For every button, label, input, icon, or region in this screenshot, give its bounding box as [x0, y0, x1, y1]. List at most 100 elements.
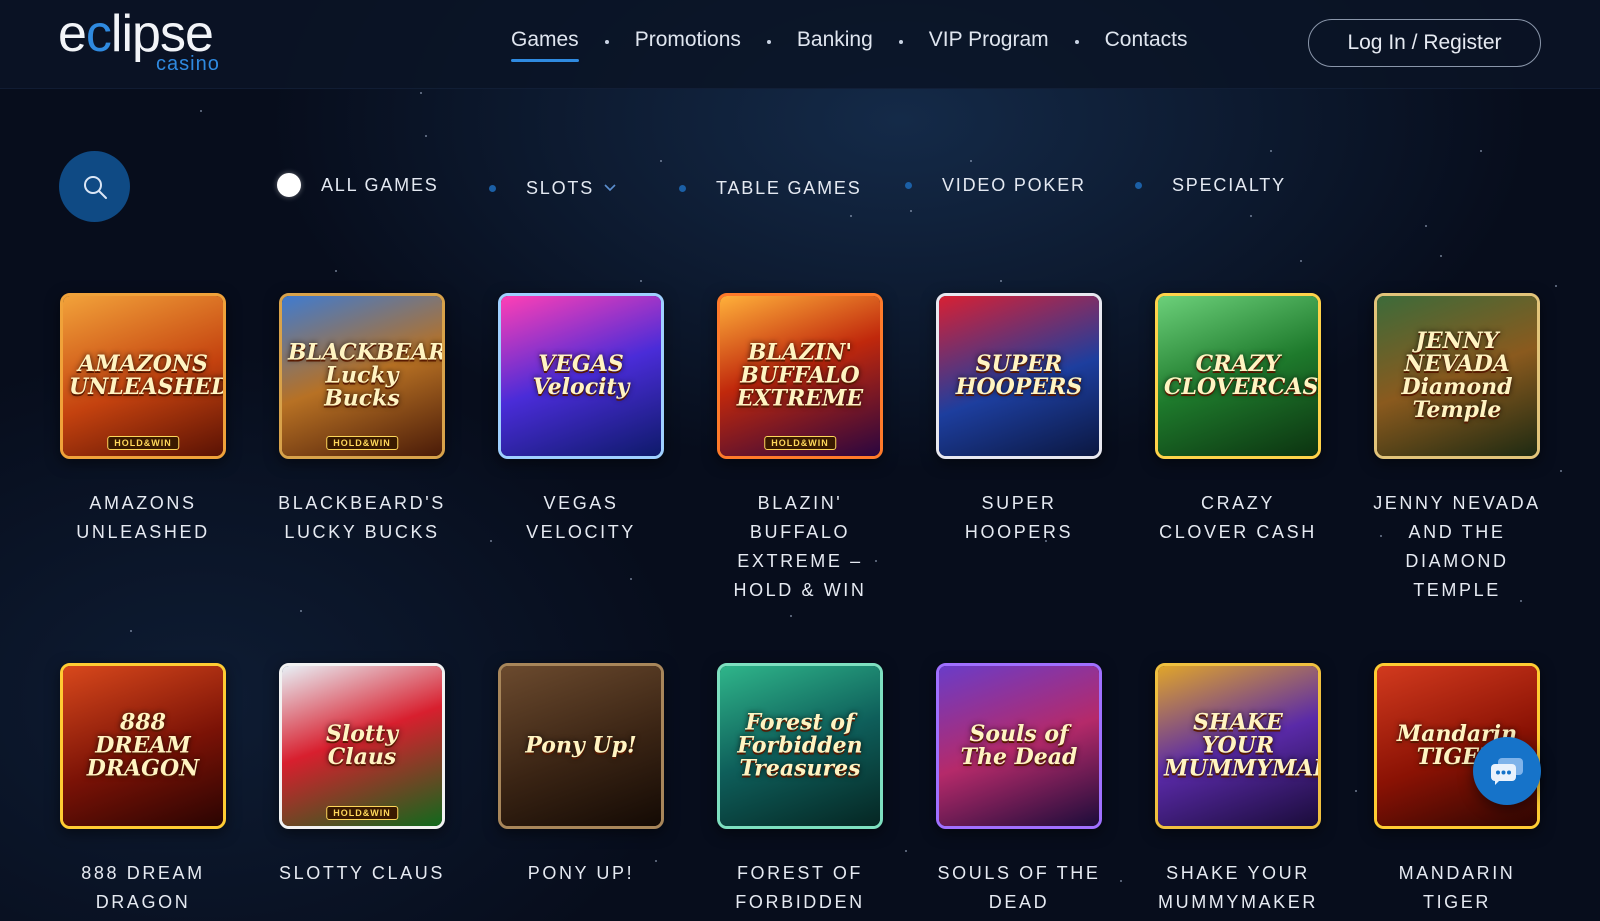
game-title-jenny-nevada-and-the-diamond-temple[interactable]: JENNY NEVADA AND THE DIAMOND TEMPLE	[1367, 489, 1547, 605]
nav-separator	[604, 40, 609, 44]
game-title-mandarin-tiger[interactable]: MANDARIN TIGER	[1372, 859, 1542, 917]
star	[1555, 285, 1557, 287]
game-thumbnail-title: BLAZIN' BUFFALO EXTREME	[736, 339, 864, 412]
nav-separator	[898, 40, 903, 44]
game-tile-forest-of-forbidden[interactable]: Forest of Forbidden Treasures	[717, 663, 883, 829]
filter-label: SPECIALTY	[1172, 174, 1286, 195]
bullet-icon	[679, 184, 686, 192]
nav-item-games[interactable]: Games	[511, 28, 579, 62]
star	[850, 215, 852, 217]
bullet-icon	[905, 181, 912, 189]
star	[1250, 215, 1252, 217]
star	[1000, 280, 1002, 282]
game-tile-blazin-buffalo-extreme-hold-win[interactable]: BLAZIN' BUFFALO EXTREME HOLD&WIN	[717, 293, 883, 459]
game-tile-blackbeard-s-lucky-bucks[interactable]: BLACKBEARDS Lucky Bucks HOLD&WIN	[279, 293, 445, 459]
game-title-souls-of-the-dead[interactable]: SOULS OF THE DEAD	[934, 859, 1104, 917]
game-tile-vegas-velocity[interactable]: VEGAS Velocity	[498, 293, 664, 459]
game-tile-slotty-claus[interactable]: Slotty Claus HOLD&WIN	[279, 663, 445, 829]
game-thumbnail-title: SHAKE YOUR MUMMYMAKER	[1164, 709, 1318, 782]
game-tile-souls-of-the-dead[interactable]: Souls of The Dead	[936, 663, 1102, 829]
star	[490, 540, 492, 542]
chat-icon	[1491, 758, 1523, 785]
game-title-forest-of-forbidden[interactable]: FOREST OF FORBIDDEN	[720, 859, 880, 917]
star	[640, 280, 642, 282]
hold-and-win-badge: HOLD&WIN	[326, 436, 398, 450]
star	[130, 630, 132, 632]
star	[875, 560, 877, 562]
game-title-pony-up[interactable]: PONY UP!	[476, 859, 686, 888]
game-tile-jenny-nevada-and-the-diamond-temple[interactable]: JENNY NEVADA Diamond Temple	[1374, 293, 1540, 459]
game-thumbnail-title: JENNY NEVADA Diamond Temple	[1401, 327, 1513, 424]
game-title-crazy-clover-cash[interactable]: CRAZY CLOVER CASH	[1153, 489, 1323, 547]
game-tile-888-dream-dragon[interactable]: 888 DREAM DRAGON	[60, 663, 226, 829]
game-title-slotty-claus[interactable]: SLOTTY CLAUS	[257, 859, 467, 888]
game-tile-amazons-unleashed[interactable]: AMAZONS UNLEASHED HOLD&WIN	[60, 293, 226, 459]
game-thumbnail-title: Forest of Forbidden Treasures	[737, 709, 863, 782]
filter-video-poker[interactable]: VIDEO POKER	[905, 170, 1086, 200]
bullet-icon	[1135, 181, 1142, 189]
game-thumbnail-title: Pony Up!	[525, 732, 637, 759]
selected-radio-icon	[277, 173, 301, 197]
nav-item-banking[interactable]: Banking	[797, 28, 873, 56]
filter-table-games[interactable]: TABLE GAMES	[679, 173, 862, 203]
game-title-amazons-unleashed[interactable]: AMAZONS UNLEASHED	[58, 489, 228, 547]
search-button[interactable]	[59, 151, 130, 222]
star	[660, 160, 662, 162]
game-thumbnail-title: Slotty Claus	[325, 720, 399, 770]
star	[970, 160, 972, 162]
star	[1480, 150, 1482, 152]
filter-specialty[interactable]: SPECIALTY	[1135, 170, 1286, 200]
hold-and-win-badge: HOLD&WIN	[326, 806, 398, 820]
star	[1300, 260, 1302, 262]
nav-item-vip-program[interactable]: VIP Program	[929, 28, 1049, 56]
star	[335, 270, 337, 272]
login-register-button[interactable]: Log In / Register	[1308, 19, 1541, 67]
star	[1120, 880, 1122, 882]
eclipse-casino-logo[interactable]: eclipse casino	[58, 8, 238, 78]
filter-label: VIDEO POKER	[942, 174, 1086, 195]
star	[200, 110, 202, 112]
game-thumbnail-title: BLACKBEARDS Lucky Bucks	[288, 339, 442, 412]
filter-slots[interactable]: SLOTS	[489, 173, 616, 203]
star	[300, 610, 302, 612]
game-thumbnail-title: Souls of The Dead	[960, 720, 1078, 770]
game-tile-crazy-clover-cash[interactable]: CRAZY CLOVERCASH	[1155, 293, 1321, 459]
star	[425, 135, 427, 137]
nav-separator	[1074, 40, 1079, 44]
live-chat-button[interactable]	[1473, 737, 1541, 805]
filter-label: ALL GAMES	[321, 174, 439, 195]
star	[1355, 790, 1357, 792]
game-title-blazin-buffalo-extreme-hold-win[interactable]: BLAZIN' BUFFALO EXTREME – HOLD & WIN	[725, 489, 875, 605]
game-title-super-hoopers[interactable]: SUPER HOOPERS	[934, 489, 1104, 547]
game-title-vegas-velocity[interactable]: VEGAS VELOCITY	[496, 489, 666, 547]
star	[790, 615, 792, 617]
star	[1560, 470, 1562, 472]
nav-item-promotions[interactable]: Promotions	[635, 28, 741, 56]
game-title-shake-your-mummymaker[interactable]: SHAKE YOUR MUMMYMAKER	[1148, 859, 1328, 917]
game-tile-pony-up[interactable]: Pony Up!	[498, 663, 664, 829]
hold-and-win-badge: HOLD&WIN	[764, 436, 836, 450]
nav-separator	[766, 40, 771, 44]
game-thumbnail-title: CRAZY CLOVERCASH	[1164, 350, 1319, 400]
game-tile-shake-your-mummymaker[interactable]: SHAKE YOUR MUMMYMAKER	[1155, 663, 1321, 829]
filter-label: SLOTS	[526, 177, 595, 198]
filter-all-games[interactable]: ALL GAMES	[277, 170, 439, 200]
star	[630, 578, 632, 580]
game-thumbnail-title: 888 DREAM DRAGON	[86, 709, 200, 782]
star	[905, 850, 907, 852]
star	[910, 210, 912, 212]
game-title-888-dream-dragon[interactable]: 888 DREAM DRAGON	[58, 859, 228, 917]
bullet-icon	[489, 184, 496, 192]
logo-subtitle: casino	[156, 53, 220, 75]
game-thumbnail-title: VEGAS Velocity	[532, 350, 630, 400]
star	[420, 92, 422, 94]
search-icon	[83, 175, 107, 199]
game-tile-super-hoopers[interactable]: SUPER HOOPERS	[936, 293, 1102, 459]
game-thumbnail-title: SUPER HOOPERS	[955, 350, 1083, 400]
chevron-down-icon	[604, 184, 616, 192]
nav-item-contacts[interactable]: Contacts	[1105, 28, 1188, 56]
game-title-blackbeard-s-lucky-bucks[interactable]: BLACKBEARD'S LUCKY BUCKS	[277, 489, 447, 547]
site-header: eclipse casino Games Promotions Banking …	[0, 0, 1600, 89]
hold-and-win-badge: HOLD&WIN	[107, 436, 179, 450]
star	[1270, 150, 1272, 152]
